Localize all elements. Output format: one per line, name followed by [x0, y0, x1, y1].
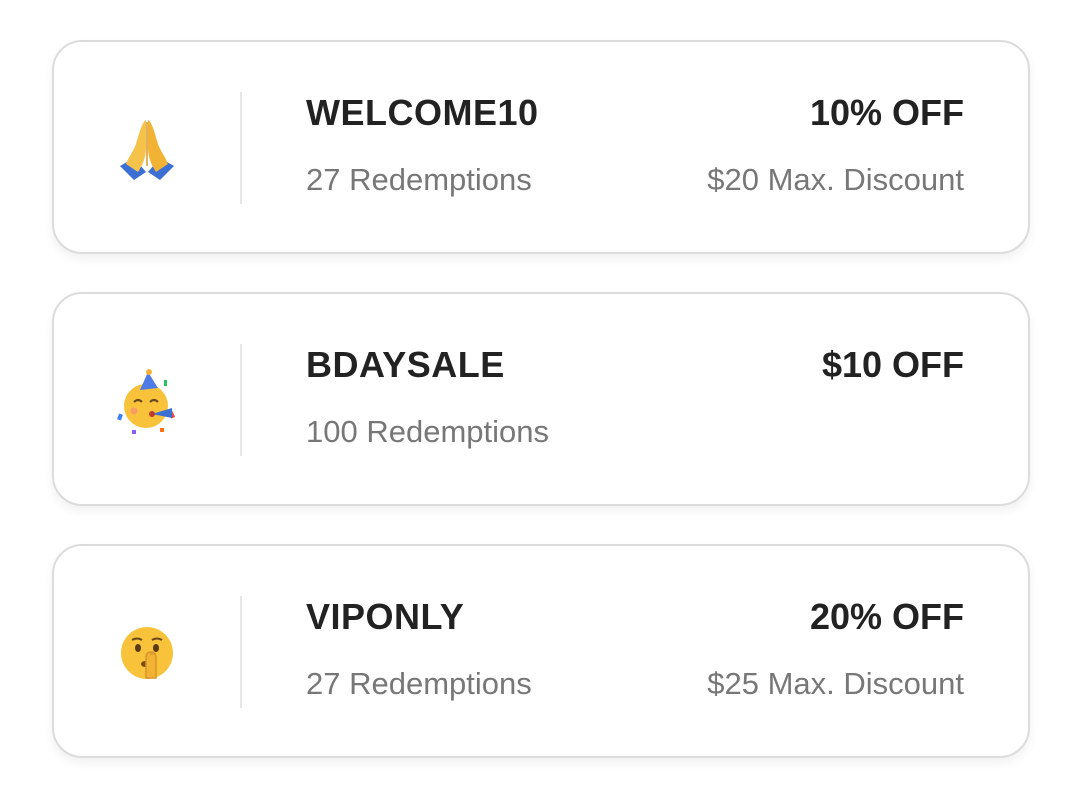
- coupon-list: WELCOME10 27 Redemptions 10% OFF $20 Max…: [52, 40, 1030, 796]
- partying-face-emoji-icon: [112, 366, 182, 436]
- redemptions-count: 27 Redemptions: [306, 666, 532, 701]
- coupon-card-viponly[interactable]: VIPONLY 27 Redemptions 20% OFF $25 Max. …: [52, 544, 1030, 758]
- card-divider: [240, 596, 242, 708]
- discount-amount: 10% OFF: [809, 92, 964, 133]
- coupon-code: VIPONLY: [306, 596, 465, 637]
- max-discount: $25 Max. Discount: [707, 666, 964, 701]
- discount-amount: 20% OFF: [809, 596, 964, 637]
- discount-amount: $10 OFF: [821, 344, 964, 385]
- max-discount: $20 Max. Discount: [707, 162, 964, 197]
- redemptions-count: 27 Redemptions: [306, 162, 532, 197]
- coupon-card-bdaysale[interactable]: BDAYSALE 100 Redemptions $10 OFF: [52, 292, 1030, 506]
- shushing-face-emoji-icon: [112, 618, 182, 688]
- coupon-code: BDAYSALE: [306, 344, 505, 385]
- redemptions-count: 100 Redemptions: [306, 414, 549, 449]
- card-divider: [240, 92, 242, 204]
- folded-hands-emoji-icon: [112, 114, 182, 184]
- coupon-code: WELCOME10: [306, 92, 539, 133]
- card-divider: [240, 344, 242, 456]
- coupon-card-welcome10[interactable]: WELCOME10 27 Redemptions 10% OFF $20 Max…: [52, 40, 1030, 254]
